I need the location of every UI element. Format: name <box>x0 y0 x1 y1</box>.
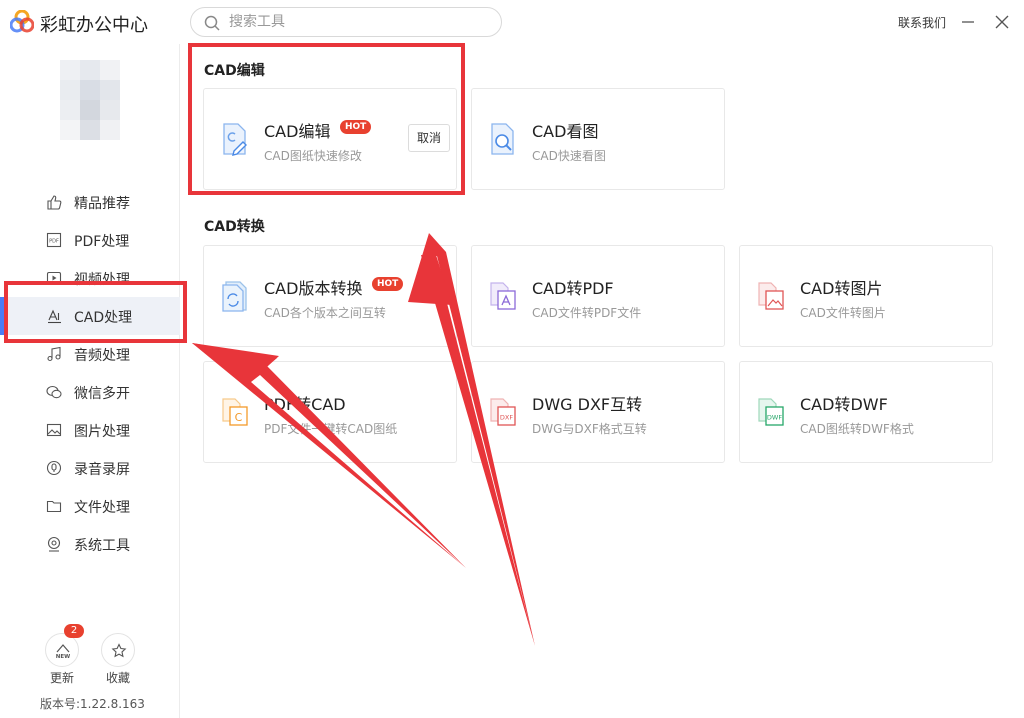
cad-view-icon <box>491 123 514 155</box>
update-count-badge: 2 <box>64 624 84 638</box>
card-cad-to-dwf[interactable]: DWF CAD转DWF CAD图纸转DWF格式 <box>739 361 993 463</box>
update-label: 更新 <box>50 671 75 685</box>
card-cad-view[interactable]: CAD看图 CAD快速看图 <box>471 88 725 190</box>
search-box[interactable] <box>190 7 502 37</box>
star-icon <box>111 643 127 658</box>
card-cad-version-convert[interactable]: CAD版本转换 HOT CAD各个版本之间互转 <box>203 245 457 347</box>
minimize-icon[interactable] <box>958 12 978 32</box>
record-icon <box>46 460 62 476</box>
sidebar-item-label: 精品推荐 <box>74 196 130 212</box>
cad-to-dwf-icon: DWF <box>758 398 784 426</box>
folder-icon <box>46 500 62 513</box>
sidebar-item-label: 音频处理 <box>74 348 130 364</box>
card-title: CAD看图 <box>532 122 599 141</box>
thumbs-up-icon <box>47 195 62 210</box>
sidebar-item-wechat[interactable]: 微信多开 <box>0 373 180 411</box>
pdf-to-cad-icon: C <box>222 398 248 426</box>
cad-to-image-icon <box>758 282 784 310</box>
image-icon <box>46 423 62 437</box>
sidebar-item-image[interactable]: 图片处理 <box>0 411 180 449</box>
card-description: CAD各个版本之间互转 <box>264 306 386 320</box>
update-button[interactable]: NEW <box>45 633 79 667</box>
annotation-box-cad-edit <box>188 43 465 195</box>
sidebar-item-label: 文件处理 <box>74 500 130 516</box>
hot-badge: HOT <box>372 277 404 291</box>
card-description: CAD图纸转DWF格式 <box>800 422 914 436</box>
card-dwg-dxf[interactable]: DXF DWG DXF互转 DWG与DXF格式互转 <box>471 361 725 463</box>
card-title: DWG DXF互转 <box>532 395 643 414</box>
card-description: CAD文件转图片 <box>800 306 886 320</box>
app-title: 彩虹办公中心 <box>40 15 148 36</box>
sidebar-item-label: 录音录屏 <box>74 462 130 478</box>
sidebar-item-label: PDF处理 <box>74 234 130 250</box>
card-title: PDF转CAD <box>264 395 346 414</box>
card-description: CAD文件转PDF文件 <box>532 306 642 320</box>
contact-us-link[interactable]: 联系我们 <box>898 14 946 31</box>
wechat-icon <box>46 385 62 399</box>
music-note-icon <box>47 346 61 362</box>
update-icon-text: NEW <box>56 654 70 660</box>
close-icon[interactable] <box>992 12 1012 32</box>
sidebar: 精品推荐 PDF PDF处理 视频处理 CAD处理 音频处理 微信多开 图片处理… <box>0 44 180 718</box>
card-description: CAD快速看图 <box>532 149 606 163</box>
pdf-icon: PDF <box>46 232 62 248</box>
sidebar-item-file[interactable]: 文件处理 <box>0 487 180 525</box>
search-input[interactable] <box>229 12 489 32</box>
card-title: CAD转图片 <box>800 279 883 298</box>
sidebar-item-label: 微信多开 <box>74 386 130 402</box>
card-title: CAD转DWF <box>800 395 888 414</box>
cad-to-pdf-icon <box>490 282 516 310</box>
favorite-label: 收藏 <box>106 671 131 685</box>
dwg-dxf-icon: DXF <box>490 398 516 426</box>
card-description: DWG与DXF格式互转 <box>532 422 647 436</box>
title-bar: 彩虹办公中心 联系我们 <box>0 0 1024 44</box>
sidebar-item-system[interactable]: 系统工具 <box>0 525 180 563</box>
system-icon <box>47 536 61 552</box>
sidebar-item-label: 图片处理 <box>74 424 130 440</box>
sidebar-item-recommended[interactable]: 精品推荐 <box>0 183 180 221</box>
search-icon <box>204 15 220 31</box>
favorite-button[interactable] <box>101 633 135 667</box>
cad-version-icon <box>222 281 247 312</box>
cad-to-dwf-icon-text: DWF <box>767 414 782 422</box>
card-cad-to-pdf[interactable]: CAD转PDF CAD文件转PDF文件 <box>471 245 725 347</box>
sidebar-item-record[interactable]: 录音录屏 <box>0 449 180 487</box>
pdf-to-cad-icon-text: C <box>235 411 243 424</box>
svg-text:PDF: PDF <box>49 239 59 245</box>
card-pdf-to-cad[interactable]: C PDF转CAD PDF文件一键转CAD图纸 <box>203 361 457 463</box>
card-cad-to-image[interactable]: CAD转图片 CAD文件转图片 <box>739 245 993 347</box>
section-title-cad-convert: CAD转换 <box>204 219 265 235</box>
version-text: 版本号:1.22.8.163 <box>40 697 145 711</box>
card-description: PDF文件一键转CAD图纸 <box>264 422 398 436</box>
annotation-box-cad-nav <box>4 281 187 343</box>
dwg-dxf-icon-text: DXF <box>500 414 513 422</box>
sidebar-item-pdf[interactable]: PDF PDF处理 <box>0 221 180 259</box>
card-title: CAD转PDF <box>532 279 614 298</box>
card-title: CAD版本转换 <box>264 279 363 298</box>
new-update-icon: NEW <box>56 644 70 660</box>
sidebar-item-label: 系统工具 <box>74 538 130 554</box>
avatar[interactable] <box>60 60 120 140</box>
app-logo-icon <box>10 10 34 33</box>
